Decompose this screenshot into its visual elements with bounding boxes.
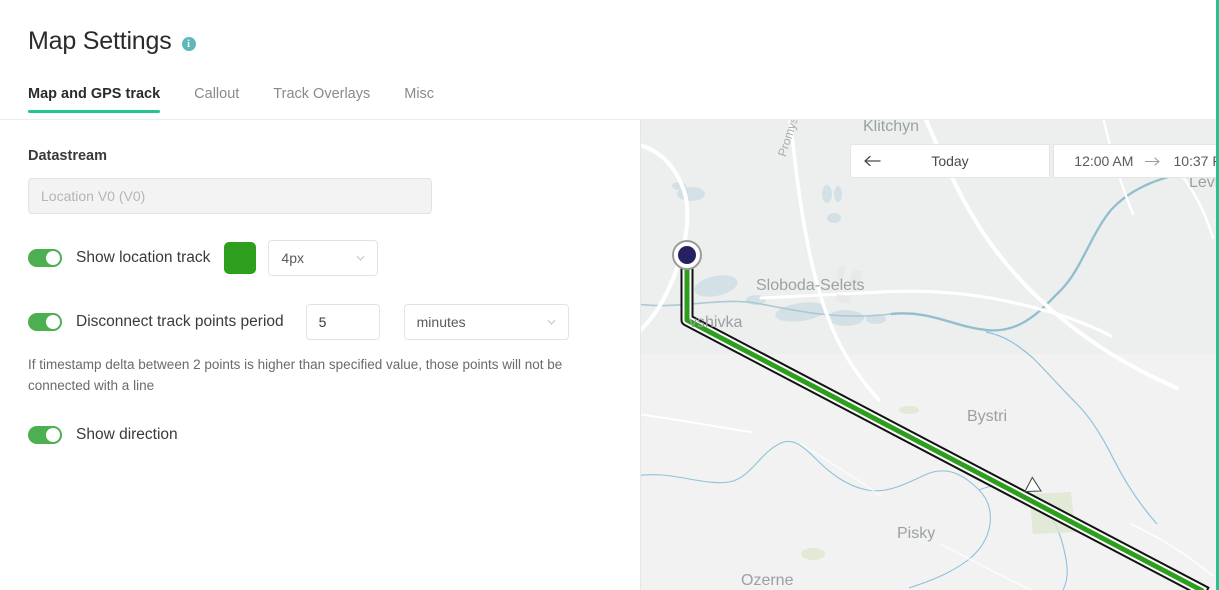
time-end: 10:37 P [1173, 153, 1219, 169]
datastream-input[interactable]: Location V0 (V0) [28, 178, 432, 214]
map-pane[interactable]: Klitchyn Promyslova St Sloboda-Selets By… [640, 114, 1219, 590]
info-icon[interactable]: i [181, 37, 196, 51]
disconnect-period-unit-value: minutes [416, 314, 466, 330]
title-row: Map Settings i [28, 25, 196, 57]
show-direction-toggle[interactable] [28, 426, 62, 444]
tab-misc[interactable]: Misc [404, 86, 434, 113]
tab-bar: Map and GPS track Callout Track Overlays… [28, 86, 468, 113]
tab-bar-divider [0, 119, 1219, 120]
show-location-track-toggle[interactable] [28, 249, 62, 267]
show-location-track-row: Show location track 4px [28, 240, 612, 276]
disconnect-period-toggle[interactable] [28, 313, 62, 331]
tab-callout[interactable]: Callout [194, 86, 239, 113]
arrow-right-icon [1145, 156, 1160, 166]
toggle-knob [46, 428, 60, 442]
map-settings-screen: Map Settings i Map and GPS track Callout… [0, 0, 1219, 590]
show-direction-label: Show direction [76, 426, 178, 443]
date-range-bar: Today 12:00 AM 10:37 P [850, 144, 1219, 178]
chevron-down-icon [356, 255, 365, 261]
track-color-swatch[interactable] [224, 242, 257, 274]
today-label: Today [931, 153, 969, 169]
arrow-left-icon[interactable] [863, 155, 881, 167]
disconnect-period-unit-select[interactable]: minutes [403, 304, 569, 340]
disconnect-period-input[interactable]: 5 [305, 304, 380, 340]
disconnect-period-helper: If timestamp delta between 2 points is h… [28, 357, 563, 393]
show-location-track-label: Show location track [76, 249, 211, 266]
disconnect-period-label: Disconnect track points period [76, 313, 284, 330]
datastream-label: Datastream [28, 148, 107, 164]
settings-panel: Datastream Location V0 (V0) Show locatio… [0, 120, 640, 590]
map-canvas [641, 114, 1219, 590]
disconnect-period-row: Disconnect track points period 5 minutes [28, 304, 612, 340]
track-width-select[interactable]: 4px [268, 240, 379, 276]
time-start: 12:00 AM [1074, 153, 1134, 169]
time-range-control[interactable]: 12:00 AM 10:37 P [1053, 144, 1219, 178]
track-width-value: 4px [281, 250, 304, 266]
tab-track-overlays[interactable]: Track Overlays [273, 86, 370, 113]
toggle-knob [46, 315, 60, 329]
toggle-knob [46, 251, 60, 265]
today-button[interactable]: Today [850, 144, 1050, 178]
tab-map-and-gps-track[interactable]: Map and GPS track [28, 86, 161, 113]
track-start-marker [672, 240, 702, 270]
page-header: Map Settings i Map and GPS track Callout… [0, 0, 1219, 120]
chevron-down-icon [547, 319, 556, 325]
show-direction-row: Show direction [28, 426, 612, 444]
page-title: Map Settings [28, 27, 172, 55]
